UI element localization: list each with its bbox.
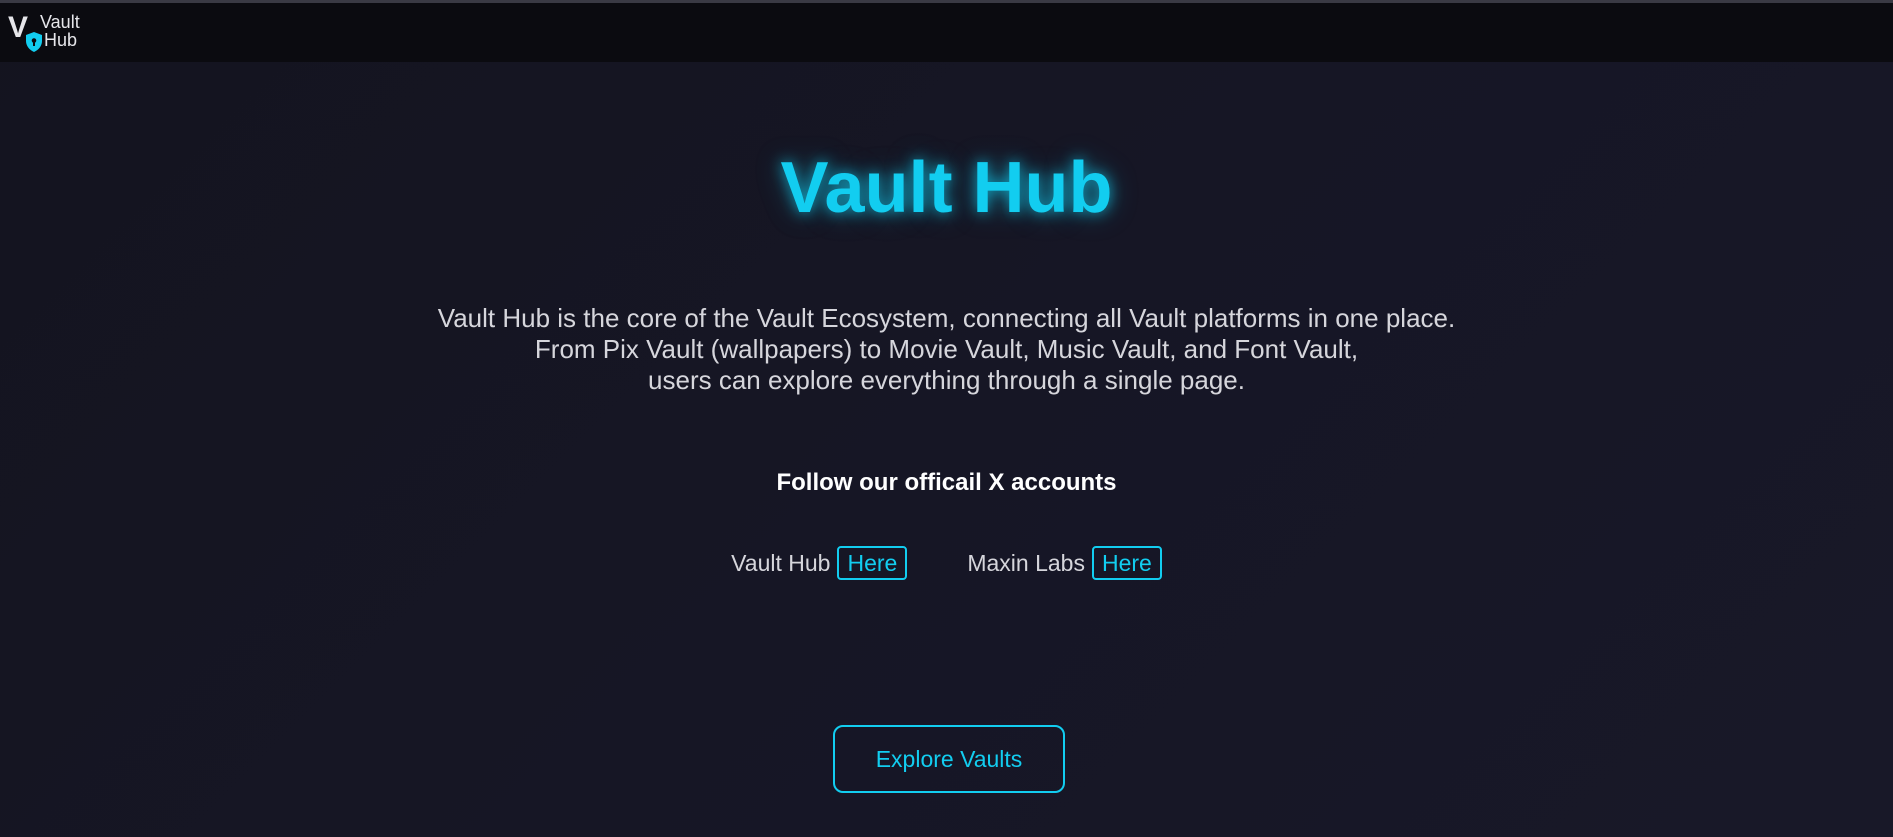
explore-vaults-button[interactable]: Explore Vaults [833, 725, 1065, 793]
account-name: Vault Hub [731, 549, 831, 576]
logo-text-line2: Hub [44, 30, 78, 50]
follow-heading: Follow our officail X accounts [776, 469, 1117, 496]
hero-title: Vault Hub [780, 148, 1113, 228]
account-maxin-labs: Maxin Labs Here [967, 546, 1162, 580]
x-accounts-list: Vault Hub Here Maxin Labs Here [0, 546, 1893, 580]
maxin-labs-x-link[interactable]: Here [1091, 546, 1162, 580]
vault-hub-x-link[interactable]: Here [837, 546, 908, 580]
hero-description: Vault Hub is the core of the Vault Ecosy… [0, 303, 1893, 396]
account-vault-hub: Vault Hub Here [731, 546, 908, 580]
description-line: Vault Hub is the core of the Vault Ecosy… [437, 303, 1456, 333]
description-line: From Pix Vault (wallpapers) to Movie Vau… [534, 334, 1359, 364]
navbar: V Vault Hub [0, 3, 1893, 62]
logo-text-line1: Vault [40, 12, 80, 32]
logo[interactable]: V Vault Hub [8, 11, 92, 55]
logo-text: Vault Hub [40, 13, 80, 49]
description-line: users can explore everything through a s… [648, 365, 1245, 395]
account-name: Maxin Labs [967, 549, 1085, 576]
